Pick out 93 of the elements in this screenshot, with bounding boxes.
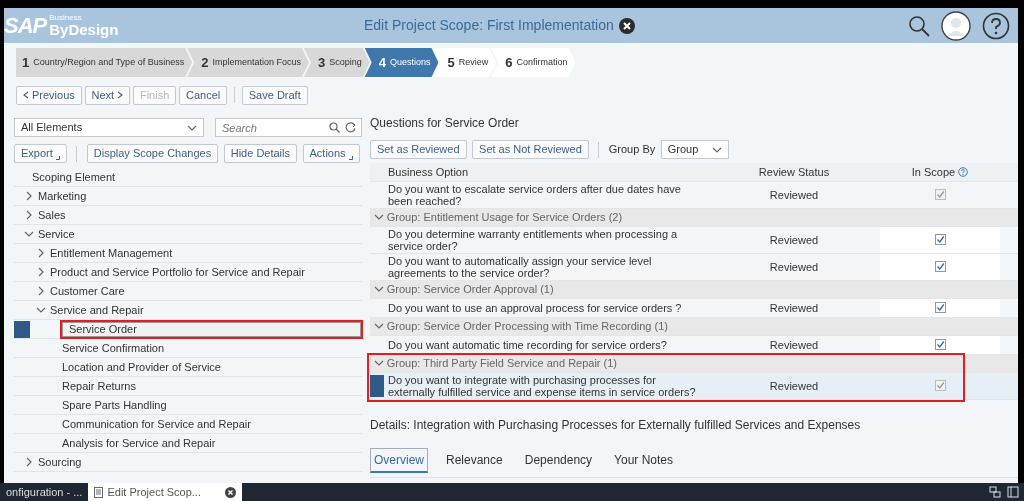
close-icon[interactable] <box>225 486 236 498</box>
selection-marker <box>14 321 30 338</box>
tree-item[interactable]: Customer Care <box>14 282 362 301</box>
taskbar-item[interactable]: onfiguration - ... <box>0 483 89 501</box>
tree-item[interactable]: Product and Service Portfolio for Service and Repair <box>14 263 362 282</box>
review-status: Reviewed <box>769 379 819 392</box>
refresh-icon[interactable] <box>345 122 356 133</box>
question-text: Do you want to use an approval process for service orders ? <box>388 301 683 314</box>
column-header: Review Status <box>758 165 830 178</box>
avatar-icon[interactable] <box>941 10 971 41</box>
tab[interactable]: Overview <box>370 447 428 473</box>
logo-text: ByDesign <box>49 22 119 37</box>
question-text: Do you want to automatically assign your service level agreements to the service order? <box>388 254 653 279</box>
menu-corner-icon <box>348 155 353 160</box>
window-title: Edit Project Scope: First Implementation <box>364 16 614 35</box>
panel-icon[interactable] <box>1006 486 1019 498</box>
hide-details-button[interactable]: Hide Details <box>223 144 297 163</box>
tree-item[interactable]: Repair Returns <box>14 377 362 396</box>
chevron-down-icon[interactable] <box>374 284 384 294</box>
tree-item[interactable]: Sales <box>14 206 362 225</box>
export-button[interactable]: Export <box>14 144 67 163</box>
display-scope-changes-button[interactable]: Display Scope Changes <box>86 144 219 163</box>
chevron-right-icon <box>117 91 124 99</box>
tree-item[interactable]: Service <box>14 225 362 244</box>
checkbox[interactable] <box>934 338 946 350</box>
chevron-down-icon[interactable] <box>24 229 34 239</box>
search-icon[interactable] <box>908 14 930 37</box>
cancel-button[interactable]: Cancel <box>179 85 228 105</box>
logo-text: Business <box>49 14 83 22</box>
help-icon[interactable] <box>982 11 1010 40</box>
column-header: Business Option <box>388 165 469 178</box>
wizard-step[interactable]: 5 Review <box>433 48 497 77</box>
tree-item[interactable]: Analysis for Service and Repair <box>14 434 362 453</box>
tab[interactable]: Dependency <box>520 447 597 473</box>
review-status: Reviewed <box>769 338 819 351</box>
wizard-step[interactable]: 6 Confirmation <box>491 48 576 77</box>
group-label: Group: Third Party Field Service and Repair (1) <box>386 357 618 369</box>
tree-item[interactable]: Communication for Service and Repair <box>14 415 362 434</box>
group-by-label: Group By <box>608 142 656 158</box>
document-icon <box>94 486 104 498</box>
details-title: Details: Integration with Purchasing Processes for Externally fulfilled Services and Expenses <box>370 416 862 434</box>
close-icon[interactable] <box>619 17 636 34</box>
chevron-down-icon[interactable] <box>374 321 384 331</box>
question-text: Do you want to integrate with purchasing processes for externally fulfilled service and expense items in service orders? <box>388 373 697 398</box>
tree-item[interactable]: Sourcing <box>14 453 362 472</box>
chevron-left-icon <box>23 91 29 99</box>
group-label: Group: Service Order Approval (1) <box>386 283 554 295</box>
logo-text: SAP <box>4 12 47 40</box>
chevron-down-icon[interactable] <box>374 358 384 368</box>
tree-item[interactable]: Service Confirmation <box>14 339 362 358</box>
tree-item[interactable]: Marketing <box>14 187 362 206</box>
checkbox[interactable] <box>934 301 946 313</box>
wizard-step[interactable]: 1 Country/Region and Type of Business <box>16 48 193 77</box>
tree-item[interactable]: Location and Provider of Service <box>14 358 362 377</box>
menu-corner-icon <box>55 155 60 160</box>
search-field[interactable]: Search <box>215 118 362 137</box>
section-title: Questions for Service Order <box>370 115 520 132</box>
filter-dropdown[interactable]: All Elements <box>14 118 204 137</box>
review-status: Reviewed <box>769 188 819 201</box>
action-button[interactable]: Set as Not Reviewed <box>472 140 589 159</box>
checkbox[interactable] <box>934 233 946 245</box>
wizard-step[interactable]: 2 Implementation Focus <box>187 48 309 77</box>
group-by-dropdown[interactable]: Group <box>660 140 729 159</box>
save-draft-button[interactable]: Save Draft <box>241 85 308 105</box>
group-label: Group: Service Order Processing with Time Recording (1) <box>386 320 668 332</box>
column-header: Scoping Element <box>32 169 116 185</box>
question-text: Do you want to escalate service orders after due dates have been reached? <box>388 182 682 207</box>
review-status: Reviewed <box>769 301 819 314</box>
selection-marker <box>370 374 384 397</box>
help-icon[interactable] <box>958 166 969 177</box>
action-button[interactable]: Set as Reviewed <box>370 140 467 159</box>
actions-button[interactable]: Actions <box>302 144 360 163</box>
taskbar-item[interactable]: Edit Project Scop... <box>88 483 242 501</box>
wizard-step[interactable]: 3 Scoping <box>303 48 370 77</box>
question-text: Do you determine warranty entitlements when processing a service order? <box>388 227 679 252</box>
tab[interactable]: Relevance <box>442 447 507 473</box>
chevron-right-icon[interactable] <box>24 457 34 467</box>
question-text: Do you want automatic time recording for service orders? <box>388 338 668 351</box>
previous-button[interactable]: Previous <box>16 85 82 105</box>
column-header: In Scope <box>911 165 956 178</box>
tree-item[interactable]: Spare Parts Handling <box>14 396 362 415</box>
chevron-down-icon[interactable] <box>36 305 46 315</box>
chevron-down-icon[interactable] <box>374 212 384 222</box>
checkbox[interactable] <box>934 260 946 272</box>
wizard-step[interactable]: 4 Questions <box>364 48 439 77</box>
tree-item[interactable]: Entitlement Management <box>14 244 362 263</box>
review-status: Reviewed <box>769 233 819 246</box>
next-button[interactable]: Next <box>84 85 131 105</box>
search-icon[interactable] <box>328 122 340 133</box>
tab[interactable]: Your Notes <box>610 447 678 473</box>
network-icon[interactable] <box>989 486 1001 498</box>
group-label: Group: Entitlement Usage for Service Orders (2) <box>386 211 623 223</box>
review-status: Reviewed <box>769 260 819 273</box>
